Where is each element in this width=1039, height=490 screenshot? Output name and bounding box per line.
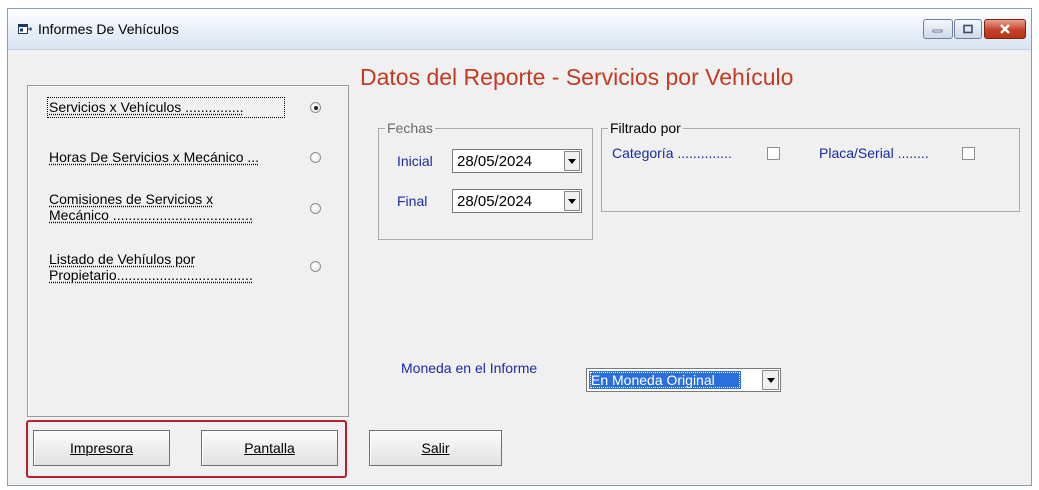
report-heading: Datos del Reporte - Servicios por Vehícu… <box>360 64 794 90</box>
fecha-inicial-picker[interactable]: 28/05/2024 <box>452 149 582 173</box>
salir-button[interactable]: Salir <box>369 430 502 466</box>
moneda-selected-value: En Moneda Original <box>589 371 741 389</box>
fecha-final-value: 28/05/2024 <box>457 193 533 210</box>
radio-listado-vehiculos-propietario[interactable] <box>310 261 321 272</box>
report-window: Informes De Vehículos Servicios x Vehícu… <box>7 8 1032 486</box>
title-bar[interactable]: Informes De Vehículos <box>8 9 1031 50</box>
minimize-icon <box>932 29 943 33</box>
salir-button-label: Salir <box>421 440 450 456</box>
chevron-down-icon <box>766 377 775 383</box>
radio-comisiones-servicios-mecanico[interactable] <box>310 203 321 214</box>
option-listado-vehiculos-propietario[interactable]: Listado de Vehíulos por Propietario.....… <box>49 251 274 283</box>
radio-servicios-x-vehiculos[interactable] <box>310 102 321 113</box>
fecha-final-picker[interactable]: 28/05/2024 <box>452 189 582 213</box>
report-options-panel: Servicios x Vehículos ............... Ho… <box>27 85 349 417</box>
moneda-label: Moneda en el Informe <box>401 360 538 376</box>
impresora-button[interactable]: Impresora <box>33 430 170 466</box>
chevron-down-icon <box>568 158 576 164</box>
placa-serial-checkbox[interactable] <box>962 147 975 160</box>
fechas-group: Fechas Inicial 28/05/2024 Final 28/05/20… <box>378 120 593 240</box>
moneda-dropdown-button[interactable] <box>762 370 779 390</box>
filtrado-group-label: Filtrado por <box>608 120 683 136</box>
fecha-final-dropdown-button[interactable] <box>564 191 580 211</box>
categoria-label: Categoría .............. <box>612 145 732 161</box>
pantalla-button[interactable]: Pantalla <box>201 430 338 466</box>
fecha-inicial-dropdown-button[interactable] <box>564 151 580 171</box>
option-comisiones-servicios-mecanico[interactable]: Comisiones de Servicios x Mecánico .....… <box>49 191 274 223</box>
fecha-inicial-value: 28/05/2024 <box>457 153 533 170</box>
close-button[interactable] <box>984 19 1026 39</box>
placa-serial-label: Placa/Serial ........ <box>819 145 929 161</box>
app-form-icon <box>18 24 32 34</box>
option-horas-servicios-mecanico[interactable]: Horas De Servicios x Mecánico ... <box>49 149 259 165</box>
minimize-button[interactable] <box>923 19 953 39</box>
fechas-group-label: Fechas <box>385 120 435 136</box>
pantalla-button-label: Pantalla <box>244 440 295 456</box>
restore-icon <box>963 24 973 34</box>
filtrado-group: Filtrado por Categoría .............. Pl… <box>601 120 1020 212</box>
window-title: Informes De Vehículos <box>38 21 179 37</box>
window-client-area: Servicios x Vehículos ............... Ho… <box>8 50 1031 487</box>
radio-horas-servicios-mecanico[interactable] <box>310 152 321 163</box>
final-label: Final <box>397 193 428 209</box>
option-servicios-x-vehiculos[interactable]: Servicios x Vehículos ............... <box>49 99 244 115</box>
moneda-select[interactable]: En Moneda Original <box>586 368 781 392</box>
close-icon <box>1000 24 1010 34</box>
inicial-label: Inicial <box>397 153 433 169</box>
impresora-button-label: Impresora <box>69 440 134 456</box>
restore-button[interactable] <box>954 19 982 39</box>
categoria-checkbox[interactable] <box>767 147 780 160</box>
chevron-down-icon <box>568 198 576 204</box>
